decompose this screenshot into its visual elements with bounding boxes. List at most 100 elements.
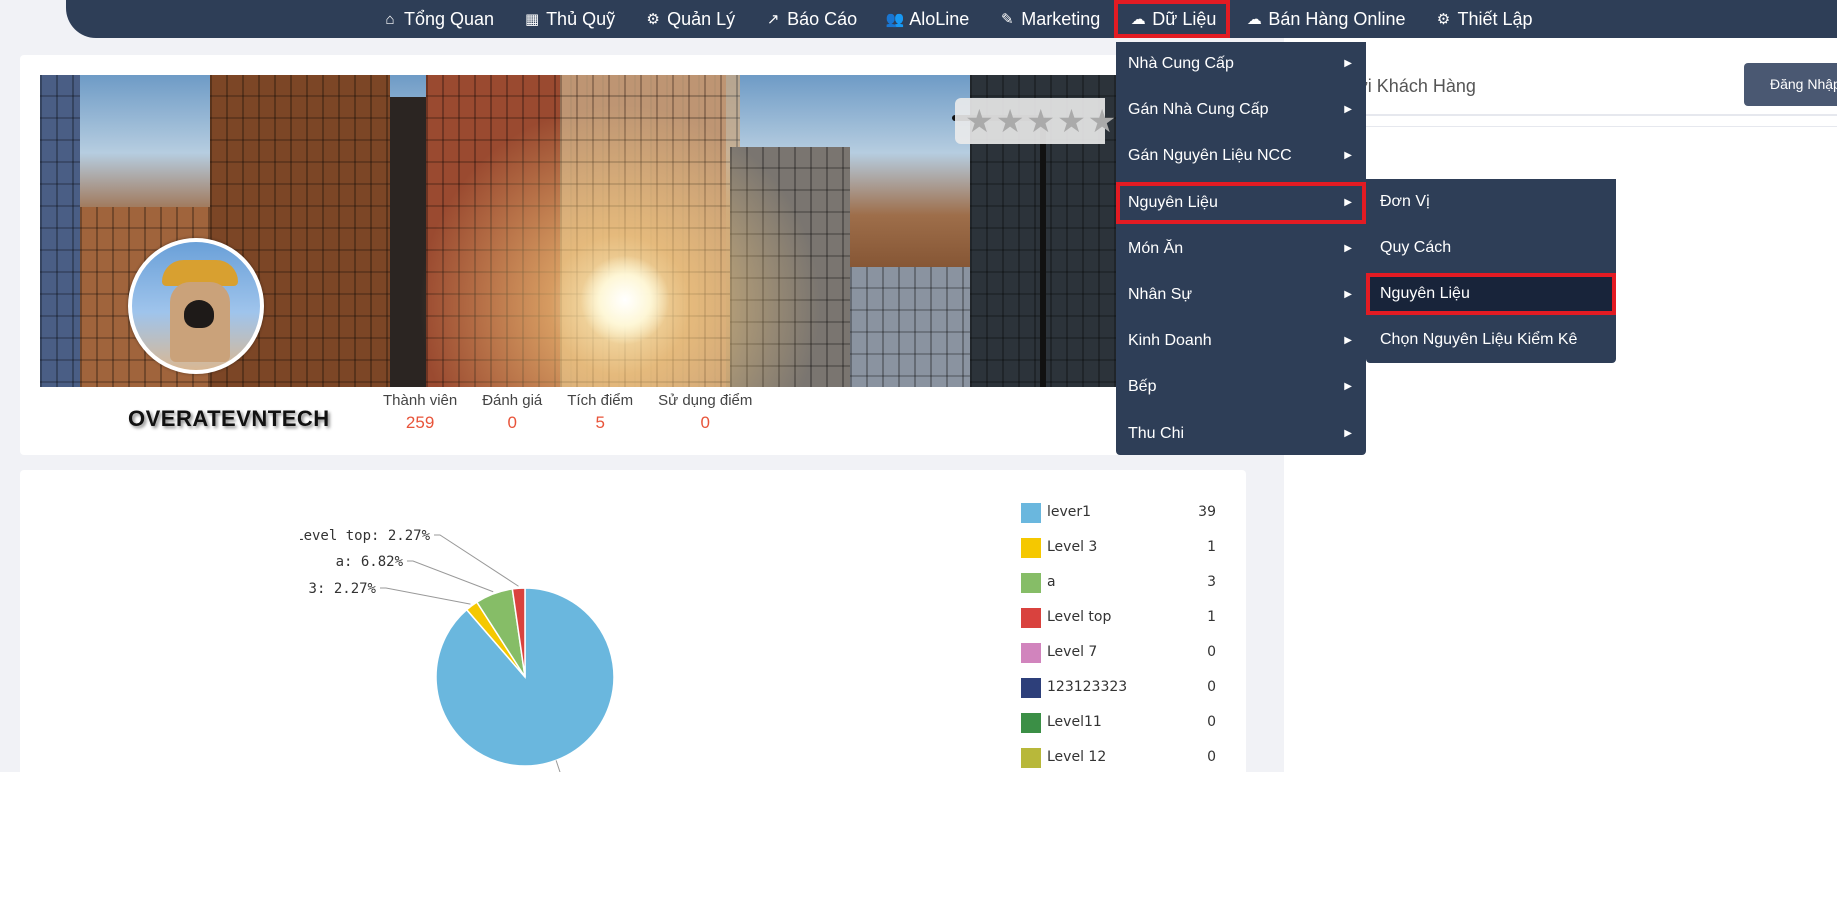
nav-item[interactable]: ✎ Marketing [983,0,1114,38]
legend-item[interactable]: Level top 1 [1021,607,1216,629]
submenu-item[interactable]: Quy Cách [1366,227,1616,269]
gear-icon: ⚙ [1436,11,1451,28]
caret-right-icon: ▶ [1344,58,1352,69]
stat-members: Thành viên 259 [383,392,457,433]
caret-right-icon: ▶ [1344,196,1352,208]
dropdown-item[interactable]: Món Ăn ▶ [1116,228,1366,270]
legend-swatch [1021,608,1041,628]
legend-item[interactable]: 123123323 0 [1021,677,1216,699]
pie-label-leader [434,534,519,587]
legend-item[interactable]: Level 3 1 [1021,537,1216,559]
nav-item[interactable]: ▦ Thủ Quỹ [508,0,629,38]
nav-item[interactable]: ⌂ Tổng Quan [366,0,508,38]
stat-points: Tích điểm 5 [567,392,633,433]
legend-item[interactable]: lever1 39 [1021,502,1216,524]
legend-swatch [1021,538,1041,558]
legend-value: 0 [1207,714,1216,730]
legend-label: lever1 [1047,504,1092,520]
pie-slice-label: Level 3: 2.27% [300,581,377,597]
stat-value: 0 [507,413,517,432]
legend-item[interactable]: Level 12 0 [1021,747,1216,769]
legend-item[interactable]: Level 7 0 [1021,642,1216,664]
legend-label: Level 7 [1047,644,1098,660]
legend-label: Level 3 [1047,539,1098,555]
dropdown-item[interactable]: Kinh Doanh ▶ [1116,320,1366,362]
submenu-item[interactable]: Chọn Nguyên Liệu Kiểm Kê [1366,319,1616,361]
avatar[interactable] [128,238,264,374]
dropdown-item-label: Gán Nhà Cung Cấp [1128,101,1269,119]
legend-value: 1 [1207,609,1216,625]
caret-right-icon: ▶ [1344,381,1352,393]
dropdown-item[interactable]: Thu Chi ▶ [1116,413,1366,455]
legend-swatch [1021,573,1041,593]
nav-item-label: Bán Hàng Online [1268,8,1406,29]
right-panel-title: ời Khách Hàng [1356,76,1476,96]
dropdown-item[interactable]: Nhà Cung Cấp ▶ [1116,43,1366,85]
legend-label: Level 12 [1047,749,1107,765]
dropdown-item[interactable]: Nguyên Liệu ▶ [1116,181,1366,224]
legend-value: 1 [1207,539,1216,555]
nav-item[interactable]: ☁ Dữ Liệu [1114,0,1231,38]
submenu-item[interactable]: Đơn Vị [1366,181,1616,223]
home-icon: ⌂ [385,10,395,28]
legend-swatch [1021,643,1041,663]
profile-stats: Thành viên 259 Đánh giá 0 Tích điểm 5 Sử… [383,392,777,433]
nav-item-label: Tổng Quan [404,8,495,29]
nav-item-label: Báo Cáo [787,8,858,29]
legend-item[interactable]: Level11 0 [1021,712,1216,734]
caret-right-icon: ▶ [1344,242,1352,254]
nav-item-label: Thiết Lập [1457,8,1533,29]
dropdown-item[interactable]: Nhân Sự ▶ [1116,274,1366,316]
pie-chart: Level top: 2.27% a: 6.82% Level 3: 2.27% [300,528,615,772]
stat-value: 0 [700,413,710,432]
legend-swatch [1021,748,1041,768]
nav-item-label: AloLine [909,8,970,29]
legend-swatch [1021,503,1041,523]
dropdown-item-label: Thu Chi [1128,424,1185,442]
nav-item[interactable]: 👥 AloLine [871,0,983,38]
right-panel: ời Khách Hàng Đăng Nhập [1284,58,1837,772]
nav-item[interactable]: ☁ Bán Hàng Online [1230,0,1419,38]
top-navigation: ⌂ Tổng Quan ▦ Thủ Quỹ ⚙ Quản Lý ↗ Báo Cáo 👥 AloLi… [66,0,1837,38]
pie-slice-label: a: 6.82% [336,554,404,570]
caret-right-icon: ▶ [1344,289,1352,300]
nav-item-label: Dữ Liệu [1152,8,1217,29]
caret-right-icon: ▶ [1344,335,1352,347]
stat-points-used: Sử dụng điểm 0 [658,392,752,433]
cloud-download-icon: ☁ [1130,11,1146,28]
legend-value: 0 [1207,679,1216,695]
users-icon: 👥 [885,11,905,28]
caret-right-icon: ▶ [1344,104,1352,116]
legend-value: 39 [1198,504,1216,520]
legend-value: 3 [1207,574,1216,590]
legend-swatch [1021,678,1041,698]
dropdown-item[interactable]: Gán Nhà Cung Cấp ▶ [1116,89,1366,131]
legend-label: 123123323 [1047,679,1128,695]
nguyen-lieu-submenu: Đơn Vị Quy Cách Nguyên Liệu Chọn Nguyên Liệ… [1366,179,1616,363]
dropdown-item[interactable]: Gán Nguyên Liệu NCC ▶ [1116,135,1366,177]
dropdown-item[interactable]: Bếp ▶ [1116,366,1366,408]
stat-label: Thành viên [383,392,458,409]
login-button[interactable]: Đăng Nhập [1744,63,1837,106]
stat-label: Sử dụng điểm [658,392,753,409]
nav-item[interactable]: ⚙ Thiết Lập [1419,0,1546,38]
nav-item-label: Marketing [1021,8,1101,29]
legend-label: a [1047,574,1056,590]
rating-stars[interactable]: ★★★★★ [965,104,1118,138]
line-chart-icon: ↗ [766,11,780,28]
dropdown-item-label: Gán Nguyên Liệu NCC [1128,147,1292,165]
legend-label: Level top [1047,609,1112,625]
brush-icon: ✎ [1000,11,1014,28]
submenu-item[interactable]: Nguyên Liệu [1366,273,1616,315]
nav-item-label: Quản Lý [667,8,736,29]
nav-item[interactable]: ⚙ Quản Lý [629,0,749,38]
nav-item-label: Thủ Quỹ [546,8,616,29]
legend-label: Level11 [1047,714,1102,730]
app-window: ời Khách Hàng Đăng Nhập ★★★★★ OVERATEVNT… [0,0,1837,904]
caret-right-icon: ▶ [1344,427,1352,439]
nav-item[interactable]: ↗ Báo Cáo [749,0,871,38]
dropdown-item-label: Món Ăn [1128,239,1184,257]
legend-item[interactable]: a3 [1021,572,1216,594]
pie-slice-label: Level top: 2.27% [300,528,431,544]
legend-swatch [1021,713,1041,733]
